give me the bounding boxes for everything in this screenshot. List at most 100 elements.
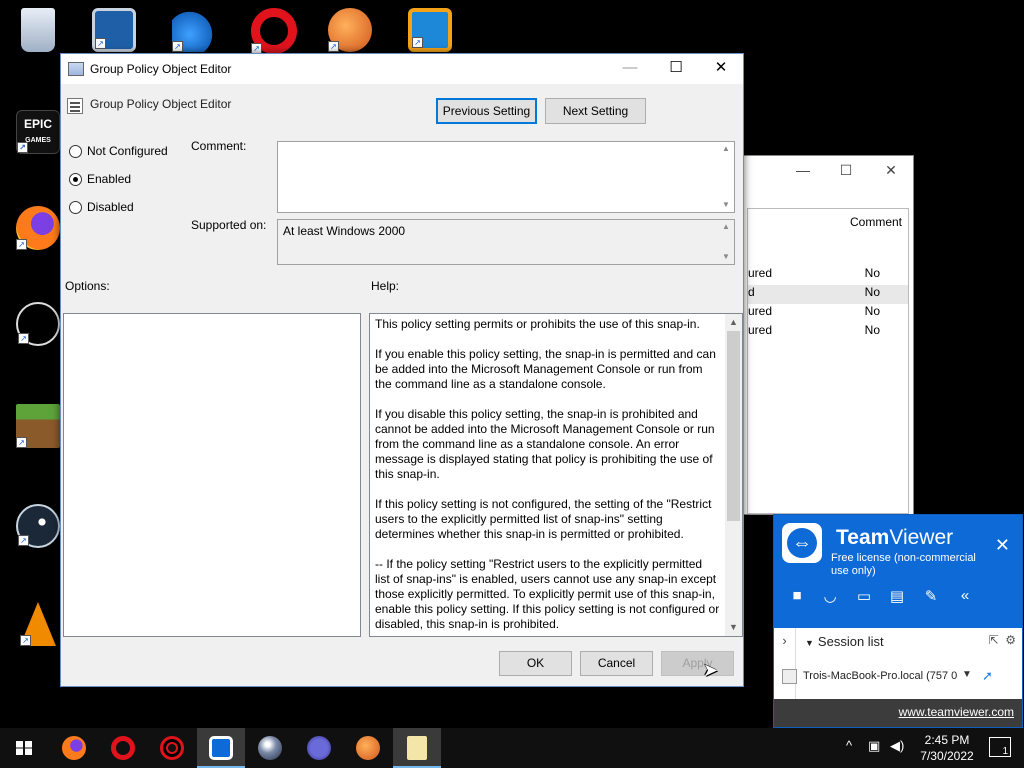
taskbar-firefox[interactable]: [50, 728, 98, 768]
scroll-up-icon[interactable]: ▲: [718, 142, 734, 156]
shortcut-arrow-icon: ↗: [16, 239, 27, 250]
help-pane[interactable]: This policy setting permits or prohibits…: [369, 313, 743, 637]
teamviewer-header: TeamViewer Free license (non-commercial …: [774, 515, 1022, 628]
popout-icon[interactable]: ⇱: [989, 633, 999, 647]
shortcut-arrow-icon: ↗: [20, 635, 31, 646]
close-icon[interactable]: ✕: [698, 54, 744, 84]
notifications-icon[interactable]: 1: [989, 737, 1011, 757]
minimize-icon[interactable]: —: [793, 162, 813, 180]
collapse-icon[interactable]: «: [954, 587, 976, 604]
supported-scrollbar[interactable]: ▲ ▼: [718, 220, 734, 264]
list-item[interactable]: ured No: [748, 304, 908, 323]
paint-app-shortcut[interactable]: ↗: [312, 8, 388, 56]
vlc-cone-icon: ↗: [20, 602, 56, 646]
radio-circle[interactable]: [69, 201, 82, 214]
apply-button[interactable]: Apply: [661, 651, 734, 676]
session-panel: › ▼ Session list ⇱ ⚙ Trois-MacBook-Pro.lo…: [774, 628, 1022, 700]
dropdown-icon[interactable]: ▼: [962, 669, 972, 680]
recycle-bin-shortcut[interactable]: Recycle B: [0, 8, 76, 70]
panel-actions: ⇱ ⚙: [989, 633, 1017, 647]
scroll-down-icon[interactable]: ▼: [718, 198, 734, 212]
list-item[interactable]: ured No: [748, 323, 908, 342]
supported-on-label: Supported on:: [191, 218, 267, 232]
taskbar-gear-app[interactable]: [295, 728, 343, 768]
chat-icon[interactable]: ▭: [853, 587, 875, 605]
headset-icon[interactable]: ◡: [819, 587, 841, 605]
minimize-icon[interactable]: —: [607, 54, 653, 84]
shortcut-arrow-icon: ↗: [16, 437, 27, 448]
system-tray: ^ ▣ ◀) 2:45 PM 7/30/2022 1: [824, 728, 1024, 768]
group-policy-dialog[interactable]: Group Policy Object Editor — ☐ ✕ Group P…: [60, 53, 744, 687]
comment-field[interactable]: ▲ ▼: [277, 141, 735, 213]
taskbar-paint-app[interactable]: [344, 728, 392, 768]
teamviewer-website-link[interactable]: www.teamviewer.com: [899, 705, 1014, 719]
shortcut-arrow-icon: ↗: [95, 38, 106, 49]
taskbar-opera-gx[interactable]: [148, 728, 196, 768]
close-icon[interactable]: ✕: [995, 535, 1010, 556]
opera-gx-icon: [160, 736, 184, 760]
super-smash-flash-icon: ↗: [16, 302, 60, 346]
background-window-titlebar[interactable]: — ☐ ✕: [741, 156, 913, 186]
virtualbox-shortcut[interactable]: ↗: [76, 8, 152, 56]
globe-icon: [258, 736, 282, 760]
scroll-down-icon[interactable]: ▼: [718, 250, 734, 264]
paint-planet-icon: [356, 736, 380, 760]
opera-icon: ↗: [251, 8, 297, 54]
previous-setting-button[interactable]: Previous Setting: [436, 98, 537, 124]
policy-editor-icon: [68, 62, 84, 76]
video-icon[interactable]: ■: [786, 587, 808, 604]
network-icon[interactable]: ▣: [868, 738, 880, 754]
list-item[interactable]: ured No: [748, 266, 908, 285]
opera-shortcut[interactable]: ↗: [236, 8, 312, 58]
scroll-up-icon[interactable]: ▲: [718, 220, 734, 234]
gear-icon[interactable]: ⚙: [1005, 633, 1016, 647]
cancel-button[interactable]: Cancel: [580, 651, 653, 676]
expand-sidebar-icon[interactable]: ›: [774, 628, 796, 700]
vmware-icon: ↗: [408, 8, 452, 52]
list-item[interactable]: d No: [748, 285, 908, 304]
background-window[interactable]: — ☐ ✕ Comment ured No d No ured No ured No: [740, 155, 914, 515]
taskbar-teamviewer[interactable]: [197, 728, 245, 768]
column-header-comment[interactable]: Comment: [850, 215, 902, 229]
firefox-icon: [62, 736, 86, 760]
next-setting-button[interactable]: Next Setting: [545, 98, 646, 124]
scrollbar-thumb[interactable]: [727, 331, 740, 521]
clock[interactable]: 2:45 PM 7/30/2022: [912, 732, 982, 764]
tools-icon[interactable]: ✎: [920, 587, 942, 605]
options-label: Options:: [65, 279, 110, 293]
steam-icon: ↗: [16, 504, 60, 548]
volume-icon[interactable]: ◀): [890, 738, 904, 754]
taskbar: ^ ▣ ◀) 2:45 PM 7/30/2022 1: [0, 728, 1024, 768]
close-icon[interactable]: ✕: [881, 162, 901, 180]
dialog-titlebar[interactable]: Group Policy Object Editor — ☐ ✕: [61, 54, 743, 84]
chevron-up-icon[interactable]: ^: [846, 738, 852, 753]
vmware-shortcut[interactable]: ↗: [392, 8, 468, 56]
teamviewer-panel[interactable]: TeamViewer Free license (non-commercial …: [773, 514, 1023, 728]
connect-pointer-icon[interactable]: ➚: [982, 668, 993, 684]
dolphin-shortcut[interactable]: ↗: [156, 8, 232, 56]
session-list-header[interactable]: ▼ Session list: [805, 634, 884, 649]
ok-button[interactable]: OK: [499, 651, 572, 676]
scroll-down-icon[interactable]: ▼: [725, 619, 742, 636]
radio-circle-selected[interactable]: [69, 173, 82, 186]
taskbar-opera[interactable]: [99, 728, 147, 768]
start-button[interactable]: [0, 728, 48, 768]
taskbar-marble[interactable]: [246, 728, 294, 768]
files-icon[interactable]: ▤: [886, 587, 908, 605]
license-text: Free license (non-commercial use only): [831, 552, 976, 577]
opera-icon: [111, 736, 135, 760]
help-scrollbar[interactable]: ▲ ▼: [725, 314, 742, 636]
options-pane: [63, 313, 361, 637]
shortcut-arrow-icon: ↗: [18, 535, 29, 546]
mouse-cursor-icon: ➤: [703, 660, 719, 680]
scroll-up-icon[interactable]: ▲: [725, 314, 742, 331]
maximize-icon[interactable]: ☐: [653, 54, 699, 84]
teamviewer-logo-icon: [782, 523, 822, 563]
session-item[interactable]: Trois-MacBook-Pro.local (757 0 ▼ ➚: [782, 667, 1016, 689]
comment-scrollbar[interactable]: ▲ ▼: [718, 142, 734, 212]
supported-on-field: At least Windows 2000 ▲ ▼: [277, 219, 735, 265]
shortcut-arrow-icon: ↗: [17, 142, 28, 153]
taskbar-notepad[interactable]: [393, 728, 441, 768]
radio-circle[interactable]: [69, 145, 82, 158]
maximize-icon[interactable]: ☐: [836, 162, 856, 180]
